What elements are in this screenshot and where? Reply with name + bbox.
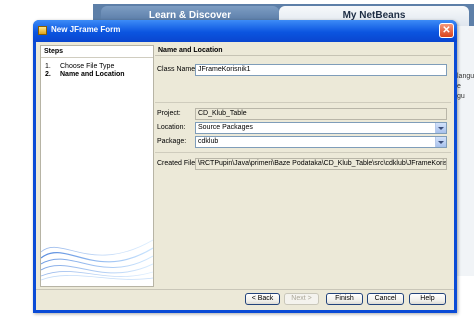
new-jframe-form-dialog: New JFrame Form ✕ Steps 1. Choose File Ty…: [33, 20, 457, 313]
package-label: Package:: [157, 138, 187, 145]
step-item-choose-file-type: 1. Choose File Type: [45, 63, 114, 70]
step-item-name-and-location: 2. Name and Location: [45, 71, 125, 78]
package-dropdown[interactable]: cdklub: [195, 136, 447, 148]
background-side-text: langu e gu: [457, 72, 474, 102]
coffee-cup-icon: [38, 26, 47, 35]
steps-panel: Steps 1. Choose File Type 2. Name and Loca…: [40, 45, 154, 287]
form-header: Name and Location: [155, 45, 451, 56]
class-name-label: Class Name:: [157, 66, 198, 73]
location-dropdown[interactable]: Source Packages: [195, 122, 447, 134]
background-text-line: e: [457, 83, 461, 90]
separator: [155, 102, 451, 103]
created-file-label: Created File:: [157, 160, 198, 167]
project-field: CD_Klub_Table: [195, 108, 447, 120]
title-bar[interactable]: New JFrame Form ✕: [33, 20, 457, 42]
location-value: Source Packages: [198, 124, 253, 131]
help-button[interactable]: Help: [409, 293, 446, 305]
button-bar-separator: [36, 289, 454, 290]
finish-button[interactable]: Finish: [326, 293, 363, 305]
background-text-line: langu: [457, 73, 474, 80]
step-label: Choose File Type: [60, 63, 115, 70]
step-label: Name and Location: [60, 71, 125, 78]
steps-header: Steps: [41, 46, 153, 58]
package-value: cdklub: [198, 138, 219, 145]
dialog-title: New JFrame Form: [51, 25, 121, 34]
name-and-location-panel: Name and Location Class Name: JFrameKori…: [155, 45, 451, 285]
location-label: Location:: [157, 124, 186, 131]
chevron-down-icon[interactable]: [435, 123, 446, 133]
back-button[interactable]: < Back: [245, 293, 280, 305]
separator: [155, 152, 451, 153]
project-label: Project:: [157, 110, 181, 117]
background-side-panel: [454, 26, 474, 276]
step-number: 1.: [45, 63, 51, 70]
class-name-input[interactable]: JFrameKorisnik1: [195, 64, 447, 76]
step-number: 2.: [45, 71, 51, 78]
dialog-client-area: Steps 1. Choose File Type 2. Name and Loca…: [36, 42, 454, 310]
decorative-wave-graphic: [41, 239, 153, 281]
cancel-button[interactable]: Cancel: [367, 293, 404, 305]
close-button[interactable]: ✕: [439, 23, 454, 38]
next-button[interactable]: Next >: [284, 293, 319, 305]
created-file-field: \RCTPupin\Java\primeri\Baze Podataka\CD_…: [195, 158, 447, 170]
background-text-line: gu: [457, 93, 465, 100]
chevron-down-icon[interactable]: [435, 137, 446, 147]
